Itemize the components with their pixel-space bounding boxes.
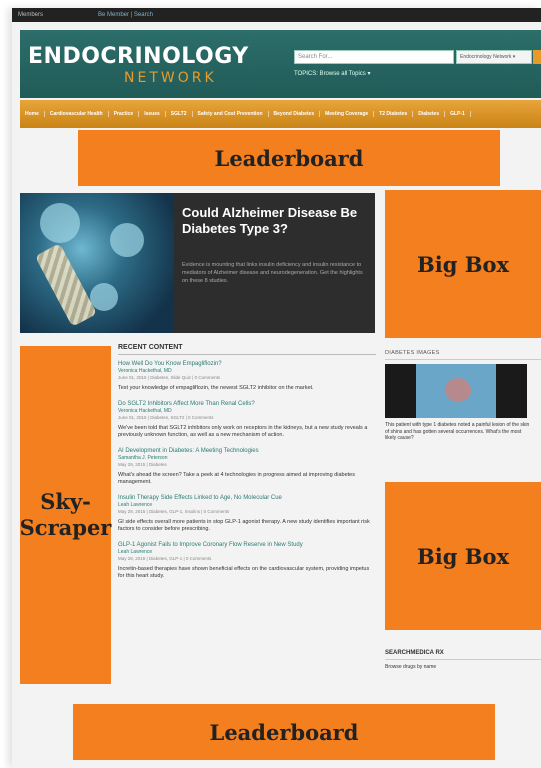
- nav-item[interactable]: Home: [20, 111, 45, 117]
- nav-item[interactable]: Meeting Coverage: [320, 111, 375, 117]
- article-item: AI Development in Diabetes: A Meeting Te…: [118, 448, 376, 486]
- article-item: Insulin Therapy Side Effects Linked to A…: [118, 495, 376, 533]
- site-logo-subtitle: NETWORK: [124, 70, 217, 86]
- searchmedica-heading: SEARCHMEDICA RX: [385, 650, 541, 660]
- hero-description: Evidence is mounting that links insulin …: [182, 262, 363, 284]
- article-summary: What's ahead the screen? Take a peek at …: [118, 472, 355, 485]
- nav-item[interactable]: Practice: [109, 111, 140, 117]
- article-meta: May 28, 2015 | Diabetes, GLP-1, Insulins…: [118, 509, 230, 514]
- skyscraper-ad-label-1: Sky-: [40, 489, 91, 514]
- nav-item[interactable]: Beyond Diabetes: [269, 111, 321, 117]
- recent-content: RECENT CONTENT How Well Do You Know Empa…: [118, 344, 376, 684]
- hero-neuron-image[interactable]: [20, 193, 174, 333]
- search-input[interactable]: Search For...: [294, 50, 454, 64]
- nav-item[interactable]: GLP-1: [445, 111, 471, 117]
- sidebar-images-heading: DIABETES IMAGES: [385, 350, 541, 360]
- article-item: GLP-1 Agonist Fails to Improve Coronary …: [118, 542, 376, 580]
- members-label[interactable]: Members: [18, 12, 43, 18]
- article-author[interactable]: Leah Lawrence: [118, 549, 376, 556]
- utility-links[interactable]: Be Member | Search: [98, 8, 153, 22]
- nav-item[interactable]: SGLT2: [166, 111, 193, 117]
- article-meta: May 29, 2015 | Diabetes: [118, 462, 167, 467]
- recent-content-heading: RECENT CONTENT: [118, 344, 376, 355]
- article-meta: May 28, 2015 | Diabetes, GLP-1 | 0 Comme…: [118, 556, 212, 561]
- sidebar-skin-image[interactable]: [385, 364, 527, 418]
- article-author[interactable]: Samantha J. Peterson: [118, 455, 376, 462]
- article-summary: Test your knowledge of empagliflozin, th…: [118, 385, 314, 391]
- nav-item[interactable]: Safety and Cost Prevention: [193, 111, 269, 117]
- site-logo[interactable]: ENDOCRINOLOGY: [28, 44, 249, 69]
- nav-item[interactable]: Diabetes: [413, 111, 446, 117]
- big-box-ad-2[interactable]: Big Box: [385, 482, 541, 630]
- leaderboard-ad-bottom[interactable]: Leaderboard: [73, 704, 495, 760]
- nav-item[interactable]: Issues: [139, 111, 166, 117]
- top-utility-bar: Members Be Member | Search: [12, 8, 541, 22]
- article-title[interactable]: Insulin Therapy Side Effects Linked to A…: [118, 495, 376, 502]
- main-nav: Home Cardiovascular Health Practice Issu…: [20, 100, 541, 128]
- hero-feature[interactable]: Could Alzheimer Disease Be Diabetes Type…: [20, 193, 375, 333]
- skyscraper-ad[interactable]: Sky- Scraper: [20, 346, 111, 684]
- sidebar-image-caption: This patient with type 1 diabetes noted …: [385, 422, 530, 441]
- article-title[interactable]: How Well Do You Know Empagliflozin?: [118, 361, 376, 368]
- nav-item[interactable]: T2 Diabetes: [374, 111, 414, 117]
- article-title[interactable]: Do SGLT2 Inhibitors Affect More Than Ren…: [118, 401, 376, 408]
- hero-title[interactable]: Could Alzheimer Disease Be Diabetes Type…: [182, 205, 368, 237]
- article-summary: Incretin-based therapies have shown bene…: [118, 566, 370, 579]
- article-item: How Well Do You Know Empagliflozin? Vero…: [118, 361, 376, 392]
- article-summary: We've been told that SGLT2 inhibitors on…: [118, 425, 368, 438]
- skyscraper-ad-label-2: Scraper: [19, 515, 112, 540]
- searchmedica-widget: SEARCHMEDICA RX Browse drugs by name: [385, 650, 541, 690]
- search-scope-select[interactable]: Endocrinology Network ▾: [456, 50, 532, 64]
- article-title[interactable]: GLP-1 Agonist Fails to Improve Coronary …: [118, 542, 376, 549]
- article-item: Do SGLT2 Inhibitors Affect More Than Ren…: [118, 401, 376, 439]
- topics-dropdown[interactable]: TOPICS: Browse all Topics ▾: [294, 70, 370, 77]
- big-box-ad-1[interactable]: Big Box: [385, 190, 541, 338]
- article-meta: June 01, 2015 | Diabetes, SGLT2 | 0 Comm…: [118, 415, 214, 420]
- site-header: ENDOCRINOLOGY NETWORK Search For... Endo…: [20, 30, 541, 98]
- searchmedica-link[interactable]: Browse drugs by name: [385, 664, 541, 670]
- leaderboard-ad-top[interactable]: Leaderboard: [78, 130, 500, 186]
- sidebar-images-widget: DIABETES IMAGES This patient with type 1…: [385, 350, 541, 472]
- nav-item[interactable]: Cardiovascular Health: [45, 111, 109, 117]
- article-author[interactable]: Veronica Hackethal, MD: [118, 408, 376, 415]
- article-author[interactable]: Leah Lawrence: [118, 502, 376, 509]
- search-button[interactable]: [533, 50, 541, 64]
- article-summary: GI side effects overall more patients in…: [118, 519, 370, 532]
- article-author[interactable]: Veronica Hackethal, MD: [118, 368, 376, 375]
- article-title[interactable]: AI Development in Diabetes: A Meeting Te…: [118, 448, 376, 455]
- article-meta: June 01, 2015 | Diabetes, Slide Quiz | 0…: [118, 375, 221, 380]
